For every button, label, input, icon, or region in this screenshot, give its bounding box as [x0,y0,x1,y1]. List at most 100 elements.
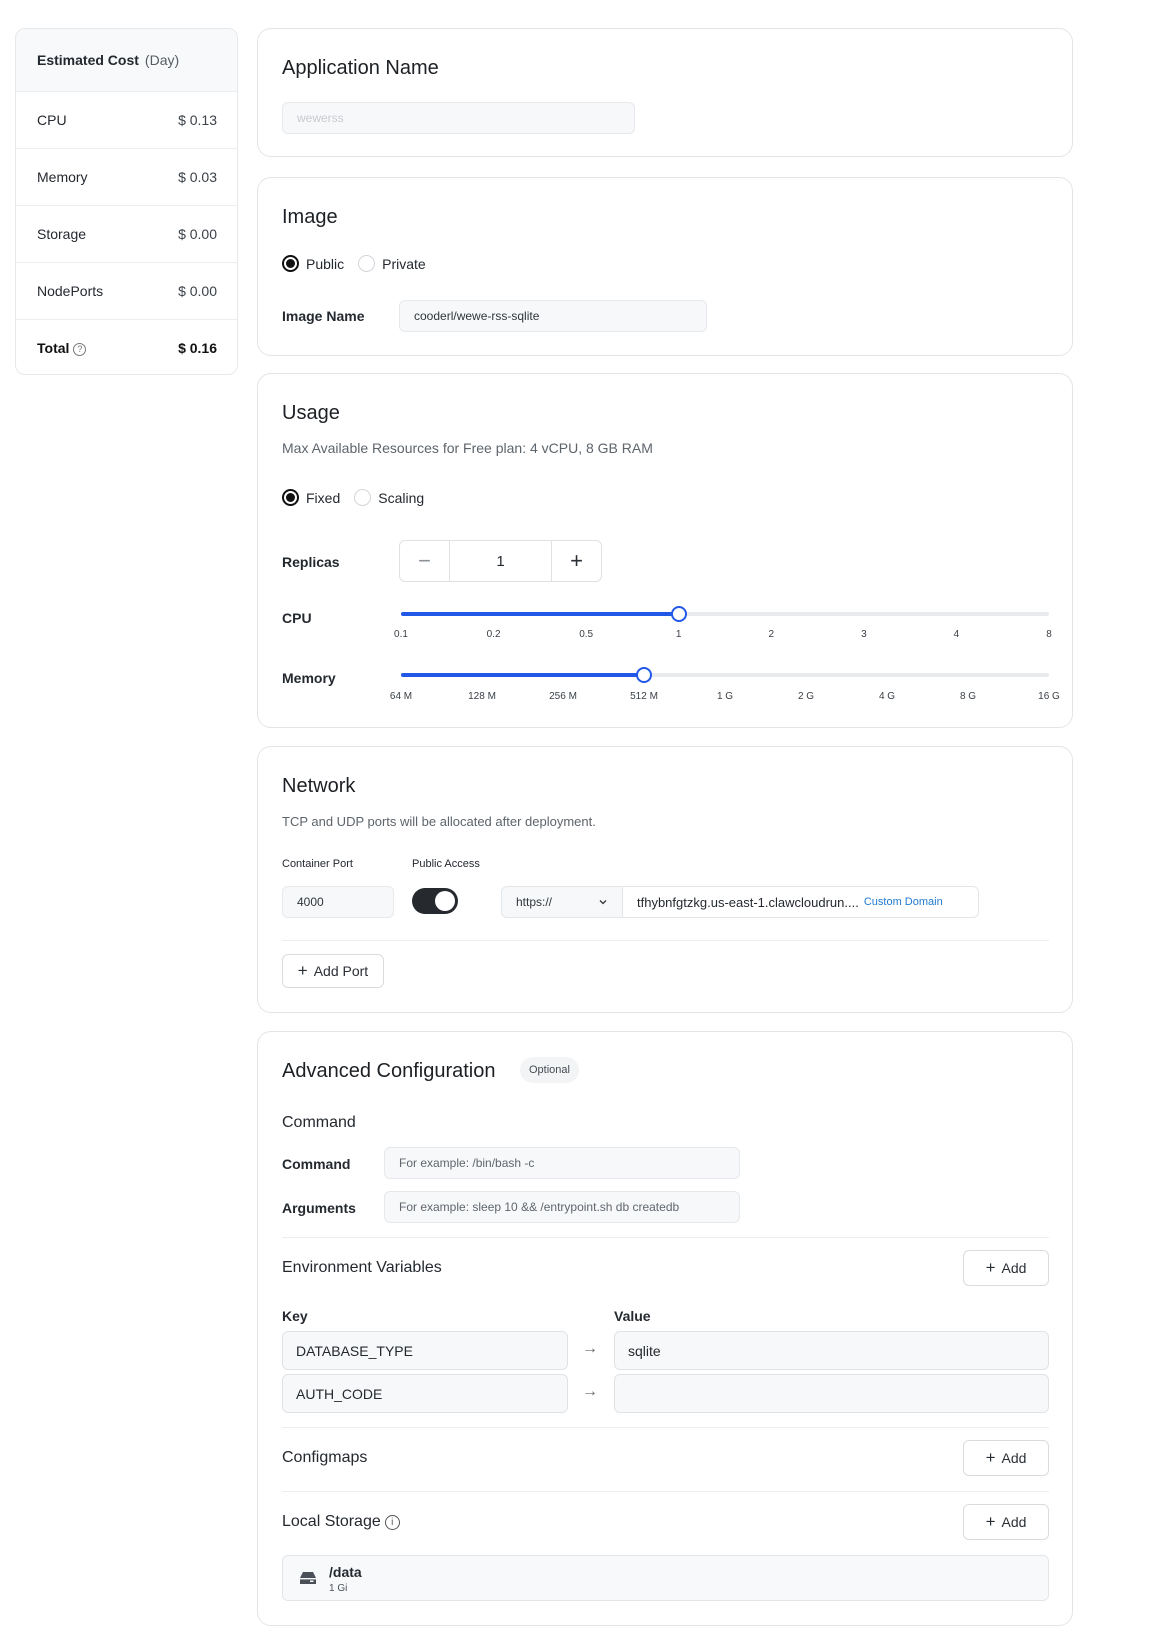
cpu-slider[interactable] [401,606,1049,622]
plus-icon: + [985,1512,996,1531]
replicas-label: Replicas [282,554,340,570]
container-port-input[interactable]: 4000 [282,886,394,918]
cost-value: $ 0.03 [178,169,217,185]
button-label: Add [1001,1450,1027,1466]
command-section-title: Command [282,1114,356,1131]
radio-label: Private [382,255,426,272]
public-url-group: https:// tfhybnfgtzkg.us-east-1.clawclou… [501,886,979,918]
arrow-right-icon: → [582,1383,598,1400]
protocol-value: https:// [516,895,553,909]
increment-button[interactable]: + [552,541,601,581]
cpu-tick-label: 8 [1046,629,1052,640]
estimated-cost-panel: Estimated Cost (Day) CPU $ 0.13 Memory $… [15,28,238,375]
memory-tick-label: 128 M [468,691,496,702]
cpu-slider-fill [401,612,679,616]
cost-total-value: $ 0.16 [178,340,217,356]
button-label: Add [1001,1514,1027,1530]
add-port-button[interactable]: + Add Port [282,954,384,988]
custom-domain-link[interactable]: Custom Domain [864,896,943,908]
storage-path: /data [329,1564,362,1580]
memory-tick-label: 64 M [389,691,413,702]
cost-value: $ 0.00 [178,283,217,299]
application-name-input[interactable]: wewerss [282,102,635,134]
cost-row-storage: Storage $ 0.00 [16,206,237,263]
arguments-input[interactable]: For example: sleep 10 && /entrypoint.sh … [384,1191,740,1223]
cpu-tick-label: 4 [953,629,960,640]
radio-scaling[interactable]: Scaling [354,489,424,506]
env-value-input[interactable] [614,1374,1049,1413]
help-icon[interactable]: ? [73,342,87,356]
info-icon[interactable]: i [384,1515,400,1530]
env-key-input[interactable]: DATABASE_TYPE [282,1331,568,1370]
cost-period: (Day) [144,52,180,68]
radio-fixed[interactable]: Fixed [282,489,340,506]
env-key-header: Key [282,1308,308,1324]
optional-badge: Optional [520,1057,579,1083]
card-title: Advanced Configuration [282,1060,496,1082]
image-type-radio-group: Public Private [282,255,440,272]
cost-label: NodePorts [37,283,104,299]
storage-item[interactable]: /data 1 Gi [282,1555,1049,1601]
memory-label: Memory [282,670,336,686]
application-name-card: Application Name wewerss [257,28,1073,157]
add-env-button[interactable]: + Add [963,1250,1049,1286]
cost-label: Memory [37,169,88,185]
decrement-button[interactable]: − [400,541,449,581]
cpu-slider-thumb[interactable] [670,606,687,622]
configmaps-title: Configmaps [282,1449,368,1466]
radio-selected-icon [282,489,299,506]
cost-row-nodeports: NodePorts $ 0.00 [16,263,237,320]
add-storage-button[interactable]: + Add [963,1504,1049,1540]
image-card: Image Public Private Image Name cooderl/… [257,177,1073,356]
memory-ticks: 64 M 128 M 256 M 512 M 1 G 2 G 4 G 8 G 16 G [390,691,1060,705]
add-configmap-button[interactable]: + Add [963,1440,1049,1476]
cpu-tick-label: 1 [675,629,682,640]
cost-label: Storage [37,226,87,242]
replicas-value[interactable]: 1 [449,541,552,581]
env-key-input[interactable]: AUTH_CODE [282,1374,568,1413]
arguments-label: Arguments [282,1200,356,1216]
network-card: Network TCP and UDP ports will be alloca… [257,746,1073,1013]
card-title: Image [282,206,338,228]
divider [282,1427,1049,1428]
cpu-tick-label: 0.2 [486,629,501,640]
memory-tick-label: 16 G [1038,691,1060,702]
memory-tick-label: 2 G [797,691,815,702]
cpu-ticks: 0.1 0.2 0.5 1 2 3 4 8 [394,629,1052,643]
cpu-tick-label: 0.1 [394,629,408,640]
chevron-down-icon [599,900,607,905]
storage-size: 1 Gi [329,1583,348,1594]
local-storage-title-wrap: Local Storage i [282,1513,400,1531]
radio-public[interactable]: Public [282,255,344,272]
divider [282,940,1049,941]
local-storage-title: Local Storage [282,1513,381,1530]
cost-row-memory: Memory $ 0.03 [16,149,237,206]
cpu-label: CPU [282,610,312,626]
public-access-toggle[interactable] [412,888,458,914]
env-section-title: Environment Variables [282,1259,442,1276]
usage-description: Max Available Resources for Free plan: 4… [282,440,653,456]
command-input[interactable]: For example: /bin/bash -c [384,1147,740,1179]
memory-slider[interactable] [401,667,1049,683]
image-name-label: Image Name [282,308,365,324]
arrow-right-icon: → [582,1340,598,1357]
image-name-input[interactable]: cooderl/wewe-rss-sqlite [399,300,707,332]
domain-value: tfhybnfgtzkg.us-east-1.clawcloudrun.... [637,894,859,910]
protocol-select[interactable]: https:// [501,886,623,918]
cpu-tick-label: 2 [768,629,775,640]
radio-unselected-icon [354,489,372,506]
usage-card: Usage Max Available Resources for Free p… [257,373,1073,728]
divider [282,1491,1049,1492]
container-port-label: Container Port [282,858,353,870]
memory-tick-label: 8 G [959,691,977,702]
hard-drive-icon [300,1572,316,1584]
radio-label: Fixed [306,489,341,506]
memory-slider-thumb[interactable] [636,667,652,683]
radio-private[interactable]: Private [358,255,426,272]
env-value-header: Value [614,1308,651,1324]
env-value-input[interactable]: sqlite [614,1331,1049,1370]
command-label: Command [282,1156,351,1172]
radio-selected-icon [282,255,299,272]
advanced-configuration-card: Advanced Configuration Optional Command … [257,1031,1073,1626]
cost-header: Estimated Cost (Day) [16,29,237,92]
